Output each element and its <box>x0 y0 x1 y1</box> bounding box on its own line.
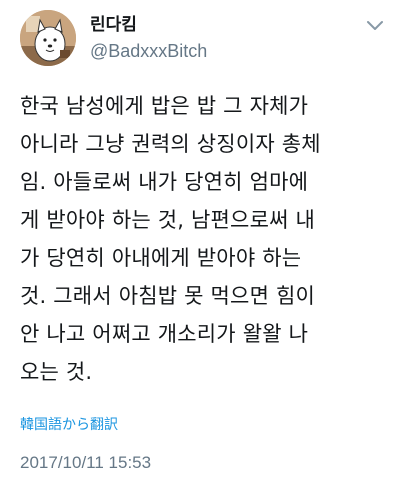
translate-link[interactable]: 韓国語から翻訳 <box>20 416 118 434</box>
chevron-down-icon[interactable] <box>365 18 385 32</box>
tweet-text-line: 아니라 그냥 권력의 상징이자 총체 <box>20 132 321 156</box>
tweet-text-line: 임. 아들로써 내가 당연히 엄마에 <box>20 170 309 194</box>
tweet-timestamp: 2017/10/11 15:53 <box>20 453 152 472</box>
tweet-text-line: 게 받아야 하는 것, 남편으로써 내 <box>20 208 316 232</box>
cartoon-dog-avatar-icon <box>20 10 76 66</box>
avatar[interactable] <box>20 10 76 66</box>
tweet-text-line: 오는 것. <box>20 360 93 384</box>
tweet-text-line: 가 당연히 아내에게 받아야 하는 <box>20 246 302 270</box>
tweet-header: 린다킴 @BadxxxBitch <box>20 10 385 70</box>
display-name[interactable]: 린다킴 <box>90 14 207 36</box>
user-handle[interactable]: @BadxxxBitch <box>90 40 207 62</box>
user-names: 린다킴 @BadxxxBitch <box>90 14 207 62</box>
tweet: 린다킴 @BadxxxBitch 한국 남성에게 밥은 밥 그 자체가 아니라 … <box>0 0 400 493</box>
tweet-text-line: 한국 남성에게 밥은 밥 그 자체가 <box>20 94 309 118</box>
tweet-text-line: 것. 그래서 아침밥 못 먹으면 힘이 <box>20 284 316 308</box>
tweet-text-line: 안 나고 어쩌고 개소리가 왈왈 나 <box>20 322 309 346</box>
tweet-text: 한국 남성에게 밥은 밥 그 자체가 아니라 그냥 권력의 상징이자 총체 임.… <box>20 87 385 391</box>
